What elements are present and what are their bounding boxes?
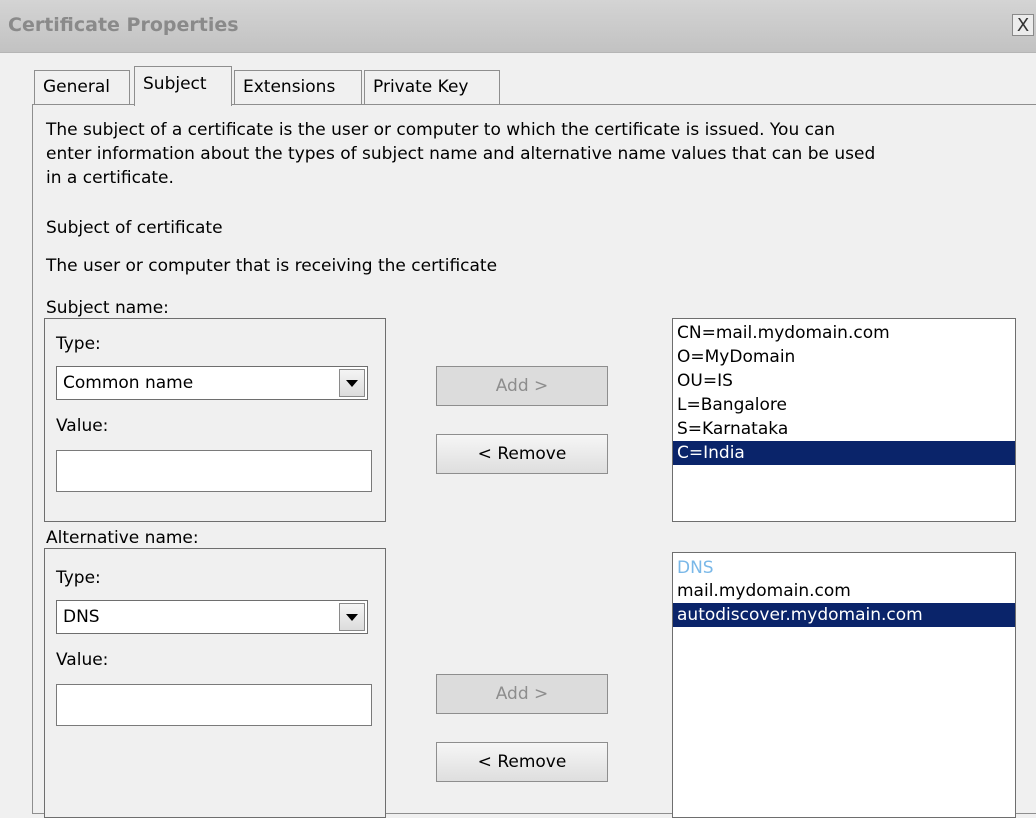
alternative-add-button[interactable]: Add > — [436, 674, 608, 714]
alternative-value-label: Value: — [56, 650, 109, 670]
list-item[interactable]: CN=mail.mydomain.com — [673, 321, 1015, 345]
list-item[interactable]: S=Karnataka — [673, 417, 1015, 441]
list-header: DNS — [677, 558, 714, 578]
list-item[interactable]: L=Bangalore — [673, 393, 1015, 417]
subject-value-label: Value: — [56, 416, 109, 436]
alternative-name-group — [44, 548, 386, 818]
list-item[interactable]: O=MyDomain — [673, 345, 1015, 369]
intro-line: in a certificate. — [46, 168, 174, 188]
section-title: Subject of certificate — [46, 218, 223, 238]
subject-add-button[interactable]: Add > — [436, 366, 608, 406]
subject-name-list[interactable]: CN=mail.mydomain.com O=MyDomain OU=IS L=… — [672, 318, 1016, 522]
subject-remove-button[interactable]: < Remove — [436, 434, 608, 474]
window-title: Certificate Properties — [8, 14, 239, 36]
list-item-selected[interactable]: autodiscover.mydomain.com — [673, 603, 1015, 627]
subject-value-input[interactable] — [56, 450, 372, 492]
subject-type-dropdown[interactable]: Common name — [56, 366, 368, 400]
tab-general[interactable]: General — [34, 70, 130, 104]
intro-line: enter information about the types of sub… — [46, 144, 876, 164]
subject-type-label: Type: — [56, 334, 101, 354]
intro-text: The subject of a certificate is the user… — [46, 118, 1016, 190]
tab-extensions[interactable]: Extensions — [234, 70, 362, 104]
close-button[interactable]: X — [1012, 14, 1034, 36]
alternative-type-label: Type: — [56, 568, 101, 588]
alternative-type-value: DNS — [63, 607, 100, 627]
intro-line: The subject of a certificate is the user… — [46, 120, 836, 140]
alternative-type-dropdown[interactable]: DNS — [56, 600, 368, 634]
alternative-name-label: Alternative name: — [46, 528, 199, 548]
chevron-down-icon[interactable] — [339, 603, 365, 631]
subject-type-value: Common name — [63, 373, 194, 393]
chevron-down-icon[interactable] — [339, 369, 365, 397]
tab-subject[interactable]: Subject — [134, 66, 232, 106]
section-description: The user or computer that is receiving t… — [46, 256, 498, 276]
list-item-selected[interactable]: C=India — [673, 441, 1015, 465]
alternative-remove-button[interactable]: < Remove — [436, 742, 608, 782]
tab-private-key[interactable]: Private Key — [364, 70, 500, 104]
subject-name-label: Subject name: — [46, 298, 169, 318]
list-item[interactable]: mail.mydomain.com — [673, 579, 1015, 603]
alternative-value-input[interactable] — [56, 684, 372, 726]
alternative-name-list[interactable]: DNS mail.mydomain.com autodiscover.mydom… — [672, 552, 1016, 818]
list-item[interactable]: OU=IS — [673, 369, 1015, 393]
